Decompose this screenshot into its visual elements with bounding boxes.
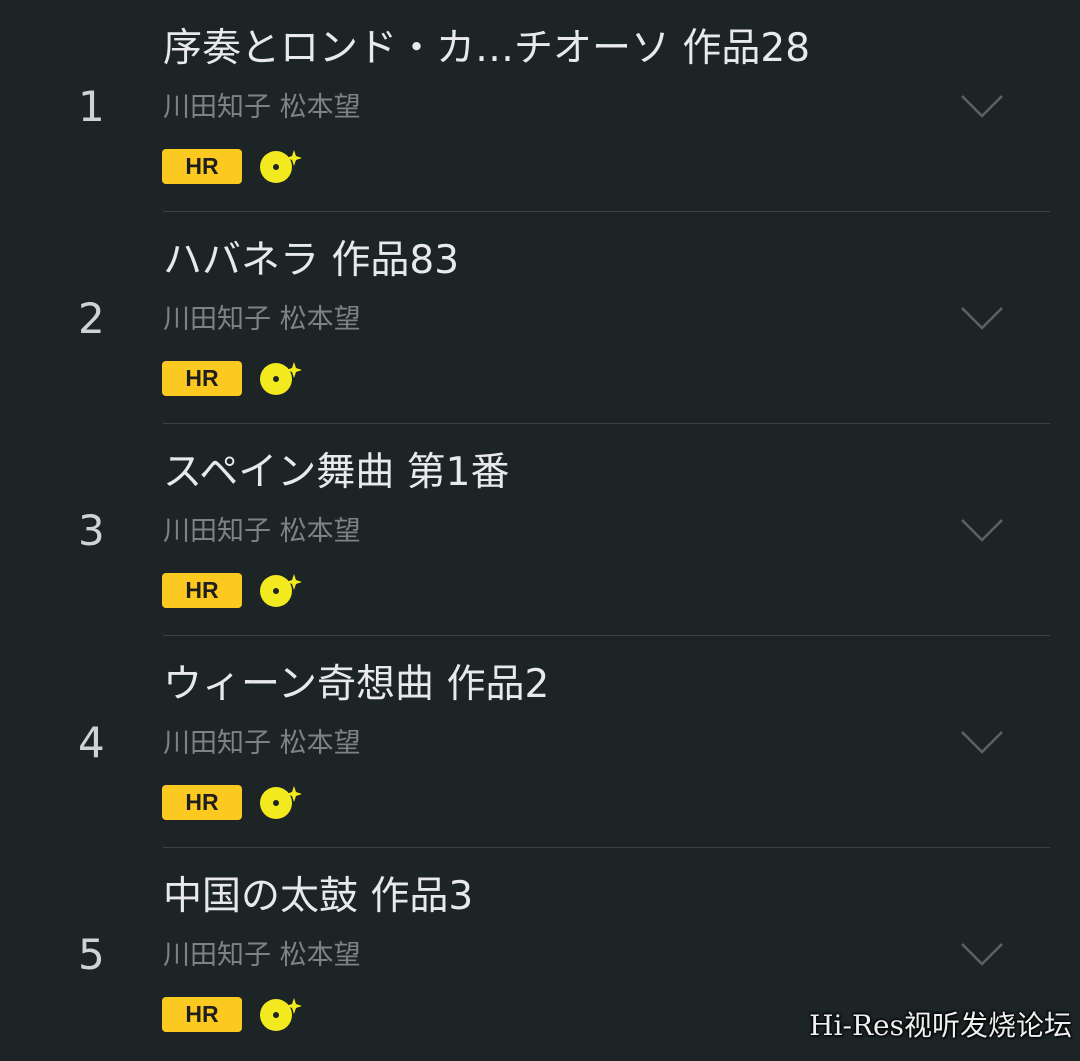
track-number: 3 xyxy=(78,506,105,555)
track-badges: HR xyxy=(162,360,304,396)
disc-sparkle-icon xyxy=(260,998,302,1031)
track-artist[interactable]: 川田知子 松本望 xyxy=(163,92,763,124)
track-row[interactable]: 2 ハバネラ 作品83 川田知子 松本望 HR xyxy=(0,212,1080,424)
track-number: 2 xyxy=(78,294,105,343)
track-row[interactable]: 1 序奏とロンド・カ…チオーソ 作品28 川田知子 松本望 HR xyxy=(0,0,1080,212)
track-badges: HR xyxy=(162,148,304,184)
track-title[interactable]: 序奏とロンド・カ…チオーソ 作品28 xyxy=(163,26,943,72)
disc-sparkle-icon xyxy=(260,150,302,183)
track-artist[interactable]: 川田知子 松本望 xyxy=(163,728,763,760)
disc-sparkle-icon xyxy=(260,786,302,819)
chevron-down-icon[interactable] xyxy=(960,729,1004,755)
track-badges: HR xyxy=(162,996,304,1032)
disc-sparkle-icon xyxy=(260,574,302,607)
chevron-down-icon[interactable] xyxy=(960,305,1004,331)
chevron-down-icon[interactable] xyxy=(960,517,1004,543)
watermark: Hi-Res视听发烧论坛 xyxy=(809,1009,1072,1042)
track-badges: HR xyxy=(162,784,304,820)
track-artist[interactable]: 川田知子 松本望 xyxy=(163,304,763,336)
track-artist[interactable]: 川田知子 松本望 xyxy=(163,940,763,972)
chevron-down-icon[interactable] xyxy=(960,93,1004,119)
track-row[interactable]: 4 ウィーン奇想曲 作品2 川田知子 松本望 HR xyxy=(0,636,1080,848)
hi-res-badge: HR xyxy=(162,572,242,608)
track-number: 1 xyxy=(78,82,105,131)
track-title[interactable]: ウィーン奇想曲 作品2 xyxy=(163,662,943,708)
track-row[interactable]: 3 スペイン舞曲 第1番 川田知子 松本望 HR xyxy=(0,424,1080,636)
track-title[interactable]: ハバネラ 作品83 xyxy=(163,238,943,284)
hi-res-badge: HR xyxy=(162,996,242,1032)
track-title[interactable]: 中国の太鼓 作品3 xyxy=(163,874,943,920)
hi-res-badge: HR xyxy=(162,360,242,396)
hi-res-badge: HR xyxy=(162,784,242,820)
track-artist[interactable]: 川田知子 松本望 xyxy=(163,516,763,548)
track-list: 1 序奏とロンド・カ…チオーソ 作品28 川田知子 松本望 HR 2 ハバネラ … xyxy=(0,0,1080,1061)
track-title[interactable]: スペイン舞曲 第1番 xyxy=(163,450,943,496)
hi-res-badge: HR xyxy=(162,148,242,184)
track-number: 4 xyxy=(78,718,105,767)
track-badges: HR xyxy=(162,572,304,608)
chevron-down-icon[interactable] xyxy=(960,941,1004,967)
disc-sparkle-icon xyxy=(260,362,302,395)
track-number: 5 xyxy=(78,930,105,979)
